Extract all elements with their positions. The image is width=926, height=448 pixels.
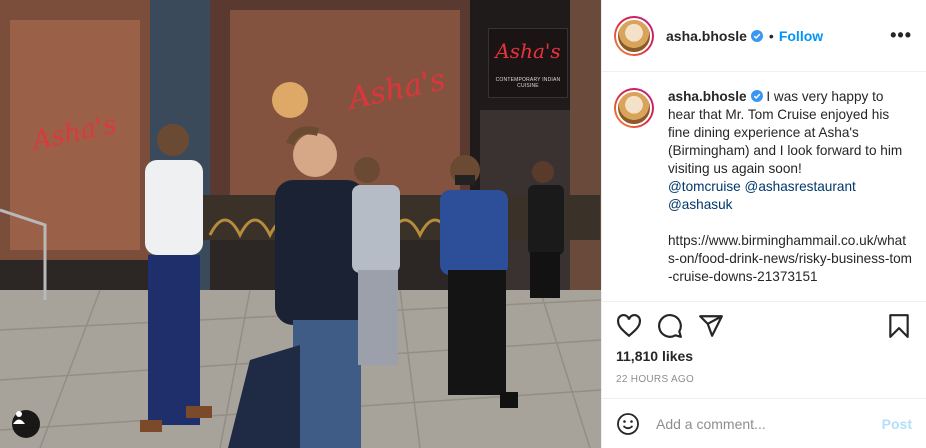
more-options-icon[interactable]: ••• <box>890 25 912 46</box>
post-header: asha.bhosle • Follow ••• <box>602 0 926 72</box>
bookmark-icon[interactable] <box>886 313 912 339</box>
sign-logo-text: Asha's <box>495 39 561 63</box>
follow-button[interactable]: Follow <box>779 28 823 44</box>
separator-dot: • <box>768 27 774 44</box>
heart-icon[interactable] <box>616 313 642 339</box>
emoji-icon[interactable] <box>616 412 640 436</box>
restaurant-sign: Asha's CONTEMPORARY INDIAN CUISINE <box>488 28 568 98</box>
verified-badge-icon <box>750 90 763 102</box>
user-tag-icon <box>13 411 25 424</box>
post-timestamp[interactable]: 22 HOURS AGO <box>602 364 926 385</box>
post-photo[interactable]: Asha's CONTEMPORARY INDIAN CUISINE Asha'… <box>0 0 601 448</box>
sign-subtitle-text: CONTEMPORARY INDIAN CUISINE <box>495 77 561 89</box>
share-icon[interactable] <box>698 313 724 339</box>
caption-section: asha.bhosle I was very happy to hear tha… <box>602 72 926 302</box>
likes-count[interactable]: 11,810 likes <box>602 348 926 364</box>
post-comment-button[interactable]: Post <box>882 416 912 432</box>
comment-icon[interactable] <box>657 313 683 339</box>
avatar[interactable] <box>614 15 654 56</box>
comment-input[interactable] <box>656 415 882 432</box>
comment-bar: Post <box>602 398 926 448</box>
caption-avatar[interactable] <box>614 88 654 128</box>
caption: asha.bhosle I was very happy to hear tha… <box>668 88 912 301</box>
verified-badge-icon <box>750 29 763 42</box>
caption-username[interactable]: asha.bhosle <box>668 89 747 104</box>
post-details-panel: asha.bhosle • Follow ••• asha.bhosle I w… <box>601 0 926 448</box>
author-username[interactable]: asha.bhosle <box>666 28 747 44</box>
mention-ashasuk[interactable]: @ashasuk <box>668 197 732 212</box>
mention-tomcruise[interactable]: @tomcruise <box>668 179 741 194</box>
action-bar <box>602 302 926 350</box>
caption-link[interactable]: https://www.birminghammail.co.uk/whats-o… <box>668 233 912 284</box>
mention-ashasrestaurant[interactable]: @ashasrestaurant <box>745 179 856 194</box>
user-tag-button[interactable] <box>12 410 40 438</box>
